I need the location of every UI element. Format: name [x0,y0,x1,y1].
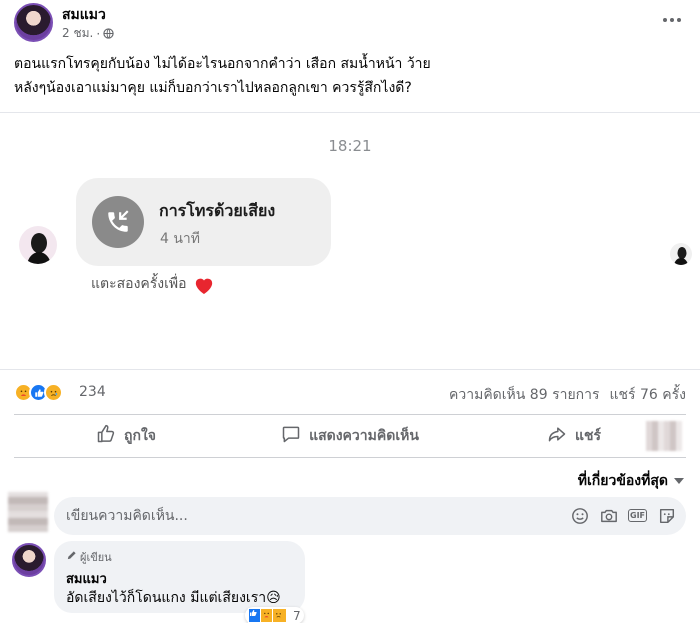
like-label: ถูกใจ [124,428,156,444]
chevron-down-icon [674,478,684,484]
double-tap-text: แตะสองครั้งเพื่อ [91,276,187,292]
author-badge: ผู้เขียน [66,548,112,566]
globe-icon [103,28,114,39]
more-dot-icon [677,18,681,22]
engagement-stats: ความคิดเห็น 89 รายการ แชร์ 76 ครั้ง [449,384,686,406]
more-dot-icon [670,18,674,22]
share-arrow-icon [547,424,567,448]
read-receipt-avatar [670,243,692,265]
contact-avatar [19,226,57,264]
sticker-icon[interactable] [657,506,676,525]
meta-separator: · [96,26,101,41]
author-avatar[interactable] [14,3,53,42]
emoji-icon[interactable] [570,506,589,525]
composer-tools: GIF [570,506,676,525]
post-text-line: ตอนแรกโทรคุยกับน้อง ไม่ได้อะไรนอกจากคำว่… [14,56,431,72]
share-count[interactable]: แชร์ 76 ครั้ง [610,384,686,406]
sad-reaction-icon [272,608,287,623]
chat-timestamp: 18:21 [328,137,372,155]
reaction-icons[interactable] [14,383,63,402]
post-header: สมแมว 2 ชม. · [0,0,700,48]
post-text: ตอนแรกโทรคุยกับน้อง ไม่ได้อะไรนอกจากคำว่… [14,52,684,100]
comment-label: แสดงความคิดเห็น [309,428,419,444]
sort-label: ที่เกี่ยวข้องที่สุด [577,473,668,489]
post-time[interactable]: 2 ชม. [62,24,93,43]
reaction-count[interactable]: 234 [79,384,106,400]
heart-icon [193,275,213,294]
call-duration: 4 นาที [160,231,201,247]
comment-input[interactable] [54,497,554,535]
voice-call-bubble: การโทรด้วยเสียง 4 นาที [76,178,331,266]
sad-reaction-icon [44,383,63,402]
comment-text: อัดเสียงไว้ก็โดนแกง มีแต่เสียงเรา😥 [66,590,281,606]
blurred-profile-thumbnail [646,421,682,451]
comment-bubble-icon [281,424,301,448]
comment-author[interactable]: สมแมว [66,568,107,589]
camera-icon[interactable] [599,506,618,525]
post-text-line: หลังๆน้องเอาแม่มาคุย แม่ก็บอกว่าเราไปหลอ… [14,80,412,96]
gif-badge: GIF [628,509,648,522]
thumbs-up-icon [96,424,116,448]
call-title: การโทรด้วยเสียง [159,201,276,220]
commenter-avatar[interactable] [12,543,46,577]
share-label: แชร์ [574,428,602,444]
comment-count[interactable]: ความคิดเห็น 89 รายการ [449,384,600,406]
reactions-summary: 234 ความคิดเห็น 89 รายการ แชร์ 76 ครั้ง [0,375,700,411]
comment-reaction-count: 7 [293,608,301,623]
double-tap-hint: แตะสองครั้งเพื่อ [91,273,213,295]
phone-callback-icon [92,196,144,248]
author-name[interactable]: สมแมว [62,4,106,26]
comment-composer: GIF [54,497,686,535]
viewer-avatar [8,492,48,532]
pencil-icon [66,550,77,564]
comment-reactions[interactable]: 7 [245,607,304,623]
more-dot-icon [663,18,667,22]
post-image[interactable]: 18:21 การโทรด้วยเสียง 4 นาที แตะสองครั้ง… [0,112,700,370]
gif-icon[interactable]: GIF [628,506,648,525]
like-button[interactable]: ถูกใจ [14,415,238,457]
comment-sort-dropdown[interactable]: ที่เกี่ยวข้องที่สุด [578,470,684,492]
comment-button[interactable]: แสดงความคิดเห็น [238,415,462,457]
author-badge-label: ผู้เขียน [80,551,112,564]
more-options-button[interactable] [660,10,684,30]
post-action-bar: ถูกใจ แสดงความคิดเห็น แชร์ [14,414,686,458]
post-meta: 2 ชม. · [62,24,114,43]
comment-bubble: ผู้เขียน สมแมว อัดเสียงไว้ก็โดนแกง มีแต่… [54,541,305,613]
